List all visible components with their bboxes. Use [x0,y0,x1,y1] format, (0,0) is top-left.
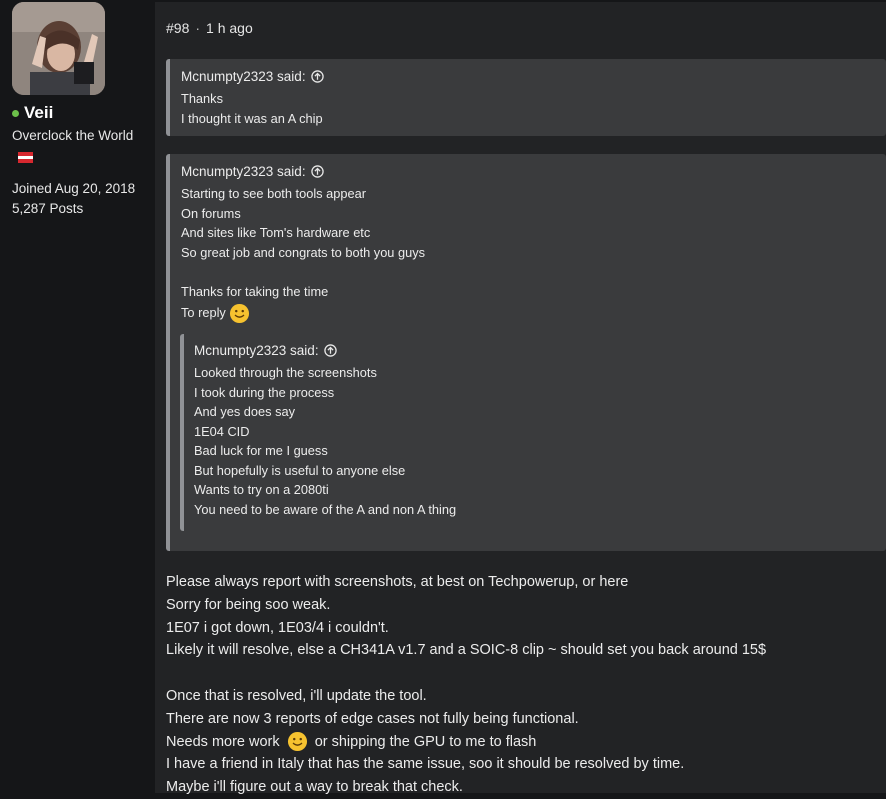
post-line: Please always report with screenshots, a… [166,574,629,590]
quote-line: Looked through the screenshots [194,365,377,380]
post-line [166,662,766,685]
quote-header: Mcnumpty2323 said: [181,164,886,179]
post-line: 1E07 i got down, 1E03/4 i couldn't. [166,619,389,636]
quote-line: Thanks for taking the time [181,283,329,299]
avatar[interactable] [12,2,105,95]
post-line: Once that is resolved, i'll update the t… [166,687,427,704]
post: #98 · 1 h ago Mcnumpty2323 said: Thanks I … [155,2,886,795]
jump-to-quote-icon[interactable] [323,344,337,357]
avatar-image [12,2,105,95]
quote-header: Mcnumpty2323 said: [181,69,886,84]
post-line: Sorry for being soo weak. [166,596,331,613]
post-number[interactable]: #98 [166,20,189,36]
jump-to-quote-icon[interactable] [310,165,324,178]
meta-separator: · [195,20,201,36]
quote-line: 1E04 CID [194,423,250,439]
quote-line: Bad luck for me I guess [194,443,328,458]
quote-line: You need to be aware of the A and non A … [194,501,457,517]
quote-header: Mcnumpty2323 said: [194,343,886,358]
nested-quote-block: Mcnumpty2323 said: Looked through the sc… [180,334,886,531]
join-date: Joined Aug 20, 2018 [12,181,136,196]
quote-line: So great job and congrats to both you gu… [181,244,426,260]
quote-line: On forums [181,205,241,221]
quote-block: Mcnumpty2323 said: Starting to see both … [166,154,886,551]
post-line: I have a friend in Italy that has the sa… [166,756,685,773]
post-line-text: Needs more work [166,733,280,750]
post-line-text: or shipping the GPU to me to flash [314,733,537,750]
smile-emoji-icon [287,732,307,752]
post-count: 5,287 Posts [12,201,84,216]
quote-author[interactable]: Mcnumpty2323 said: [181,69,306,84]
post-time[interactable]: 1 h ago [206,20,253,36]
post-line: Needs more work or shipping the GPU to m… [166,731,766,754]
quote-block: Mcnumpty2323 said: Thanks I thought it w… [166,59,886,136]
quote-line: I thought it was an A chip [181,110,323,126]
jump-to-quote-icon[interactable] [310,70,324,83]
post-meta: #98 · 1 h ago [166,20,253,36]
user-sidebar: Veii Overclock the World Joined Aug 20, … [0,0,155,793]
online-status-icon [12,109,19,117]
quote-author[interactable]: Mcnumpty2323 said: [194,343,319,358]
quote-line: And yes does say [194,404,296,419]
quote-author[interactable]: Mcnumpty2323 said: [181,164,306,179]
user-name-line: Veii [12,103,53,123]
quote-line: But hopefully is useful to anyone else [194,462,406,478]
quote-line: Thanks [181,91,223,106]
user-title: Overclock the World [12,128,134,143]
quote-line: To reply [181,301,886,325]
post-line: Maybe i'll figure out a way to break tha… [166,779,463,796]
smile-emoji-icon [230,304,250,324]
quote-line-text: To reply [181,305,226,320]
post-body: Please always report with screenshots, a… [166,571,766,799]
austria-flag-icon [18,152,33,163]
quote-line: I took during the process [194,384,335,400]
username[interactable]: Veii [24,103,53,123]
post-line: Likely it will resolve, else a CH341A v1… [166,642,767,659]
quote-line: Wants to try on a 2080ti [194,482,329,497]
quote-line: And sites like Tom's hardware etc [181,225,371,240]
quote-line [181,262,886,282]
post-line: There are now 3 reports of edge cases no… [166,710,579,727]
quote-line: Starting to see both tools appear [181,186,366,201]
